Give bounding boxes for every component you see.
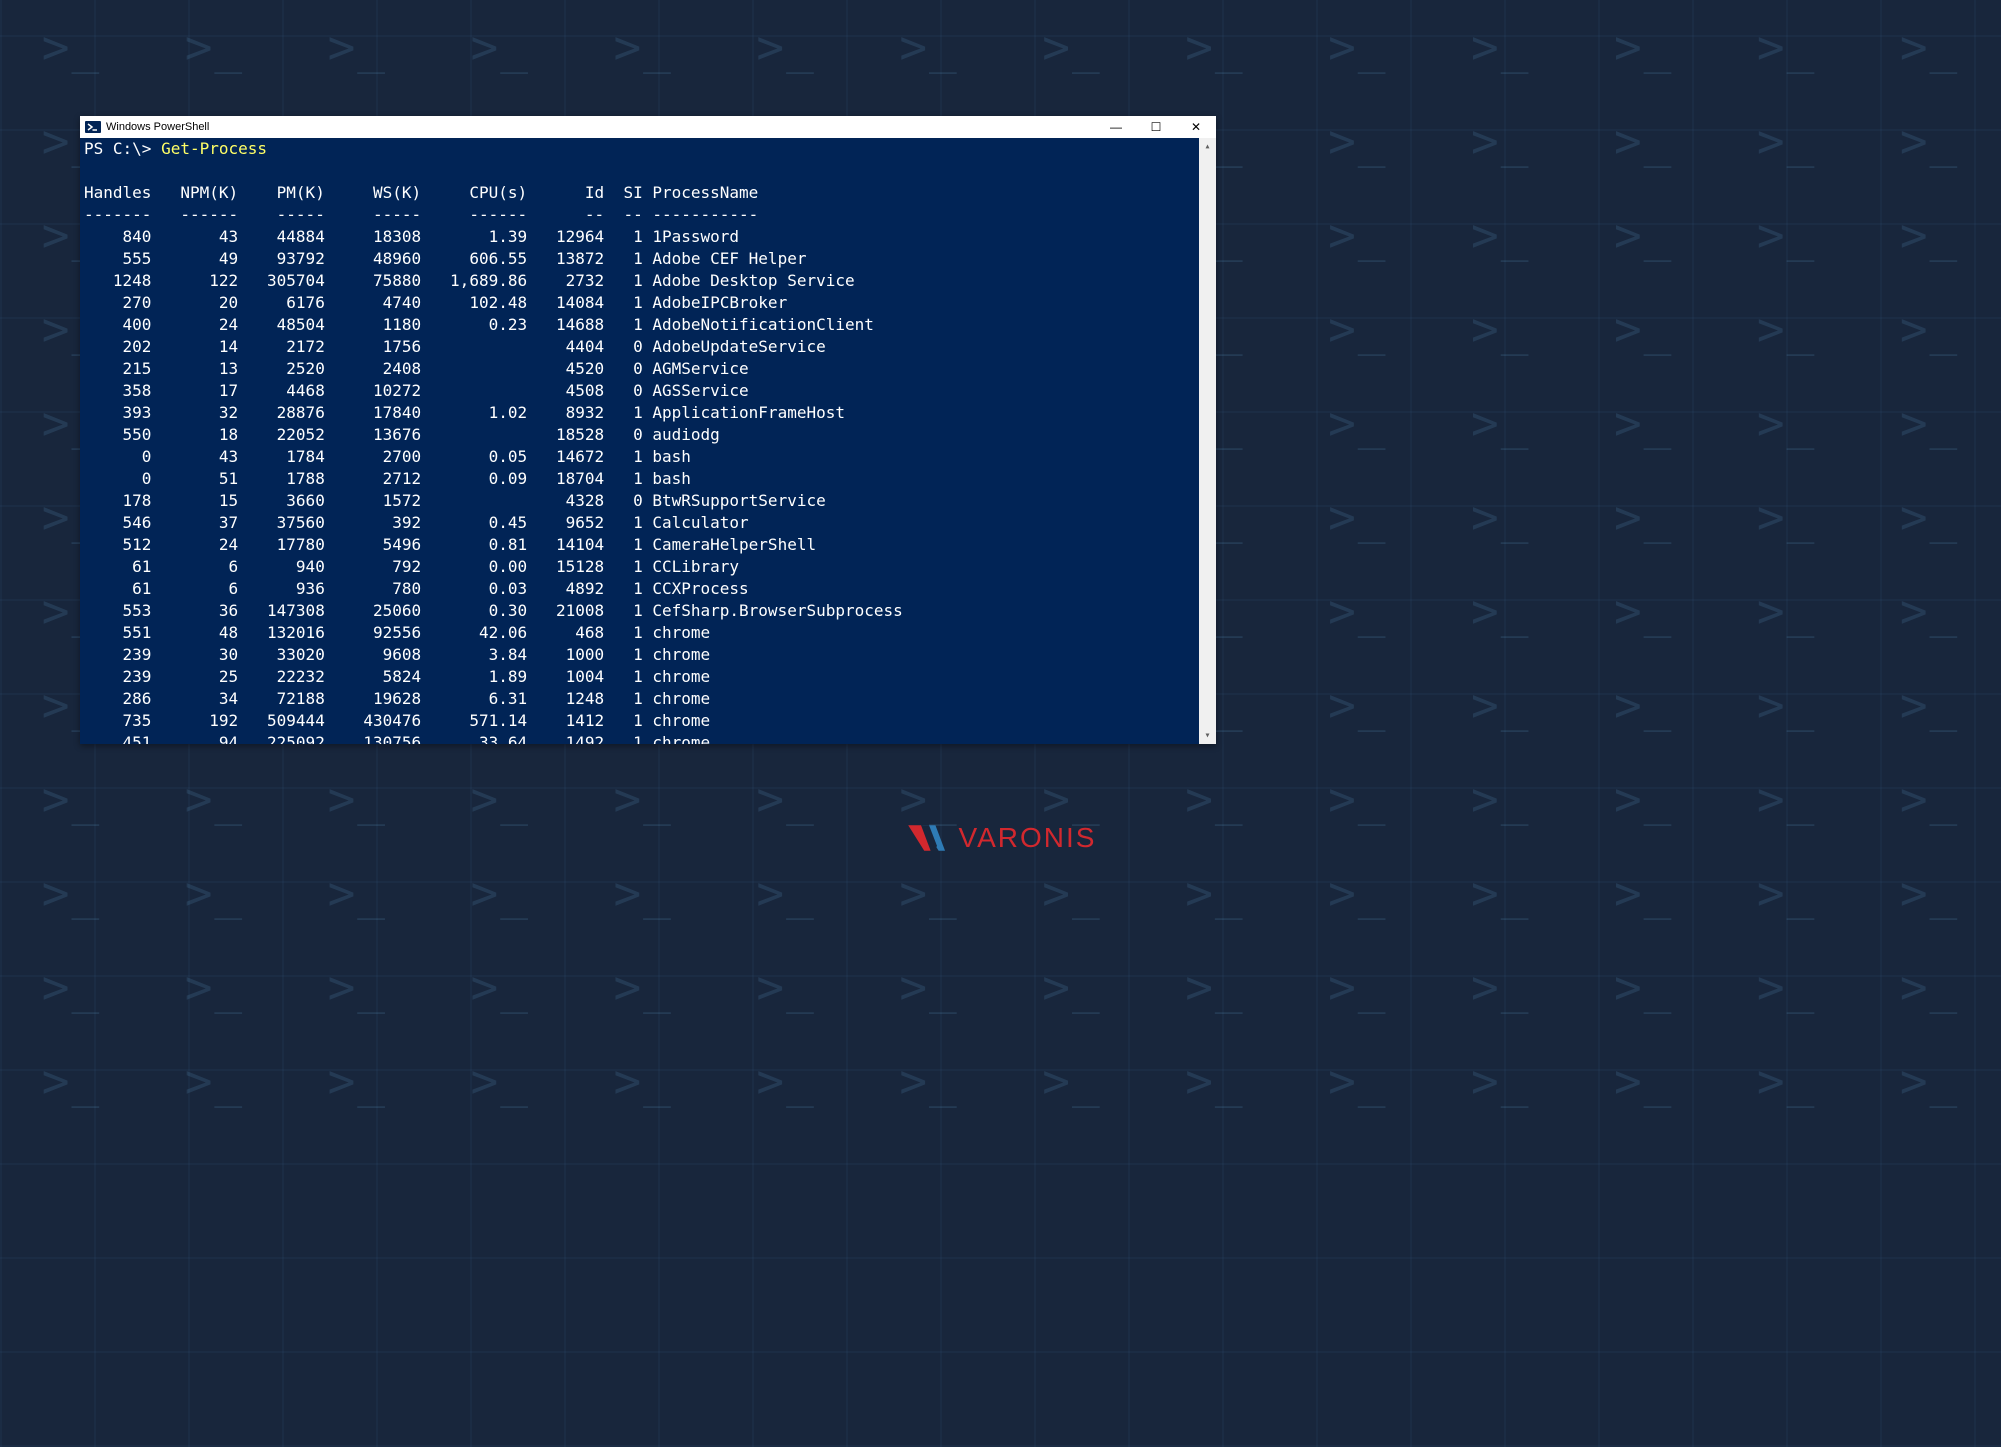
table-row: 239 30 33020 9608 3.84 1000 1 chrome xyxy=(84,644,1212,666)
window-titlebar[interactable]: Windows PowerShell — ☐ ✕ xyxy=(80,116,1216,138)
table-row: 0 43 1784 2700 0.05 14672 1 bash xyxy=(84,446,1212,468)
varonis-logo: VARONIS xyxy=(905,820,1097,856)
table-row: 393 32 28876 17840 1.02 8932 1 Applicati… xyxy=(84,402,1212,424)
scroll-up-arrow[interactable]: ▴ xyxy=(1199,138,1216,155)
table-row: 1248 122 305704 75880 1,689.86 2732 1 Ad… xyxy=(84,270,1212,292)
table-row: 61 6 940 792 0.00 15128 1 CCLibrary xyxy=(84,556,1212,578)
table-row: 286 34 72188 19628 6.31 1248 1 chrome xyxy=(84,688,1212,710)
varonis-logo-mark-icon xyxy=(905,820,953,856)
console-area[interactable]: PS C:\> Get-Process Handles NPM(K) PM(K)… xyxy=(80,138,1216,744)
table-row: 215 13 2520 2408 4520 0 AGMService xyxy=(84,358,1212,380)
table-row: 553 36 147308 25060 0.30 21008 1 CefShar… xyxy=(84,600,1212,622)
prompt-command: Get-Process xyxy=(161,139,267,158)
table-row: 451 94 225092 130756 33.64 1492 1 chrome xyxy=(84,732,1212,744)
powershell-window: Windows PowerShell — ☐ ✕ PS C:\> Get-Pro… xyxy=(80,116,1216,744)
table-row: 546 37 37560 392 0.45 9652 1 Calculator xyxy=(84,512,1212,534)
prompt-line: PS C:\> Get-Process xyxy=(84,138,1212,160)
table-row: 0 51 1788 2712 0.09 18704 1 bash xyxy=(84,468,1212,490)
maximize-button[interactable]: ☐ xyxy=(1136,116,1176,138)
table-row: 840 43 44884 18308 1.39 12964 1 1Passwor… xyxy=(84,226,1212,248)
table-row: 512 24 17780 5496 0.81 14104 1 CameraHel… xyxy=(84,534,1212,556)
table-dividers: ------- ------ ----- ----- ------ -- -- … xyxy=(84,204,1212,226)
table-rows: 840 43 44884 18308 1.39 12964 1 1Passwor… xyxy=(84,226,1212,744)
scroll-down-arrow[interactable]: ▾ xyxy=(1199,727,1216,744)
prompt-prefix: PS C:\> xyxy=(84,139,161,158)
table-row: 555 49 93792 48960 606.55 13872 1 Adobe … xyxy=(84,248,1212,270)
table-row: 551 48 132016 92556 42.06 468 1 chrome xyxy=(84,622,1212,644)
varonis-logo-text: VARONIS xyxy=(959,822,1097,854)
minimize-button[interactable]: — xyxy=(1096,116,1136,138)
table-row: 178 15 3660 1572 4328 0 BtwRSupportServi… xyxy=(84,490,1212,512)
window-title: Windows PowerShell xyxy=(106,121,209,133)
table-row: 270 20 6176 4740 102.48 14084 1 AdobeIPC… xyxy=(84,292,1212,314)
table-row: 735 192 509444 430476 571.14 1412 1 chro… xyxy=(84,710,1212,732)
blank-line xyxy=(84,160,1212,182)
table-row: 400 24 48504 1180 0.23 14688 1 AdobeNoti… xyxy=(84,314,1212,336)
table-headers: Handles NPM(K) PM(K) WS(K) CPU(s) Id SI … xyxy=(84,182,1212,204)
table-row: 550 18 22052 13676 18528 0 audiodg xyxy=(84,424,1212,446)
table-row: 202 14 2172 1756 4404 0 AdobeUpdateServi… xyxy=(84,336,1212,358)
powershell-icon xyxy=(84,118,102,136)
table-row: 358 17 4468 10272 4508 0 AGSService xyxy=(84,380,1212,402)
vertical-scrollbar[interactable]: ▴ ▾ xyxy=(1199,138,1216,744)
table-row: 61 6 936 780 0.03 4892 1 CCXProcess xyxy=(84,578,1212,600)
table-row: 239 25 22232 5824 1.89 1004 1 chrome xyxy=(84,666,1212,688)
scroll-track[interactable] xyxy=(1199,155,1216,727)
close-button[interactable]: ✕ xyxy=(1176,116,1216,138)
